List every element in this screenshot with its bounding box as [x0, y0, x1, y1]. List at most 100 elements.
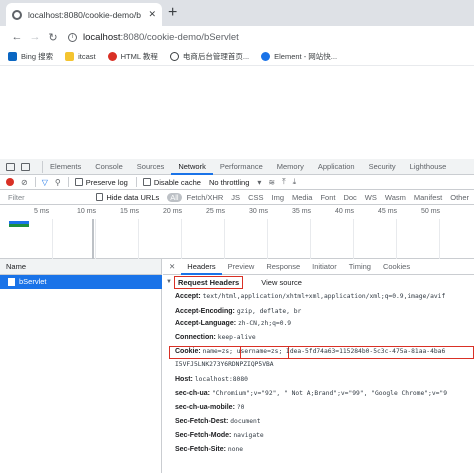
bookmark-label: Bing 搜索 — [21, 52, 54, 61]
timeline-cursor[interactable] — [92, 219, 94, 259]
tab-network[interactable]: Network — [171, 159, 213, 175]
folder-icon — [65, 52, 75, 61]
download-icon[interactable]: ⤓ — [293, 177, 297, 187]
bing-icon — [8, 52, 17, 61]
filter-type-all[interactable]: All — [167, 192, 182, 202]
bookmark-label: 电商后台管理首页... — [182, 52, 250, 61]
record-icon[interactable] — [6, 178, 14, 186]
new-tab-button[interactable]: + — [168, 4, 177, 22]
header-value: document — [230, 418, 261, 425]
network-overview[interactable]: 5 ms 10 ms 15 ms 20 ms 25 ms 30 ms 35 ms… — [0, 205, 474, 259]
header-value: navigate — [233, 432, 264, 439]
header-row: Accept-Language: zh-CN,zh;q=0.9 — [175, 320, 291, 327]
bookmark-label: itcast — [78, 52, 96, 61]
request-row[interactable]: bServlet — [0, 275, 162, 289]
header-value: localhost:8080 — [194, 376, 248, 383]
header-key: Accept-Language: — [175, 320, 237, 327]
filter-type-fetch[interactable]: Fetch/XHR — [184, 193, 227, 202]
filter-bar: Filter Hide data URLs All Fetch/XHR JS C… — [0, 190, 474, 205]
globe-icon — [12, 9, 22, 20]
name-column-header[interactable]: Name — [0, 259, 162, 275]
filter-type-font[interactable]: Font — [317, 193, 338, 202]
tab-strip: localhost:8080/cookie-demo/b ✕ + — [0, 0, 474, 26]
inspect-icon[interactable] — [6, 162, 15, 171]
divider — [34, 177, 36, 187]
hide-data-urls-checkbox[interactable] — [96, 193, 104, 201]
filter-type-img[interactable]: Img — [268, 193, 287, 202]
bookmark-bing[interactable]: Bing 搜索 — [8, 51, 53, 62]
reload-icon[interactable]: ↻ — [44, 31, 62, 44]
close-tab-icon[interactable]: ✕ — [148, 9, 156, 20]
bookmark-admin[interactable]: 电商后台管理首页... — [169, 51, 250, 62]
filter-type-doc[interactable]: Doc — [340, 193, 359, 202]
bookmark-html-tutorial[interactable]: HTML 教程 — [107, 51, 158, 62]
tab-initiator[interactable]: Initiator — [306, 259, 343, 275]
tab-timing[interactable]: Timing — [343, 259, 377, 275]
header-key: Host: — [175, 376, 193, 383]
request-headers-title: Request Headers — [173, 275, 244, 289]
bookmark-itcast[interactable]: itcast — [65, 52, 96, 61]
grid-line — [396, 219, 397, 259]
back-icon[interactable]: ← — [8, 31, 26, 43]
filter-input[interactable]: Filter — [8, 193, 96, 202]
tab-sources[interactable]: Sources — [130, 159, 172, 175]
divider — [135, 177, 137, 187]
filter-type-js[interactable]: JS — [228, 193, 243, 202]
wifi-icon[interactable]: ≋ — [268, 178, 275, 187]
collapse-triangle-icon[interactable]: ▼ — [166, 279, 172, 285]
bookmark-element[interactable]: Element - 网站快... — [261, 51, 337, 62]
grid-line — [310, 219, 311, 259]
search-icon[interactable]: ⚲ — [55, 178, 61, 187]
grid-line — [353, 219, 354, 259]
tab-application[interactable]: Application — [311, 159, 362, 175]
header-row: Sec-Fetch-Site: none — [175, 446, 243, 453]
request-headers-section[interactable]: ▼ Request Headers View source — [163, 275, 474, 289]
header-row: Sec-Fetch-Mode: navigate — [175, 432, 264, 439]
filter-type-media[interactable]: Media — [289, 193, 315, 202]
header-value: none — [227, 446, 244, 453]
clear-icon[interactable]: ⊘ — [21, 178, 28, 187]
hide-data-urls-label: Hide data URLs — [106, 192, 160, 202]
device-toggle-icon[interactable] — [21, 162, 30, 171]
forward-icon[interactable]: → — [26, 31, 44, 43]
tab-console[interactable]: Console — [88, 159, 130, 175]
disable-cache-checkbox[interactable] — [142, 178, 151, 186]
detail-tabbar: ✕ Headers Preview Response Initiator Tim… — [163, 259, 474, 275]
info-icon[interactable]: i — [68, 32, 77, 42]
filter-type-wasm[interactable]: Wasm — [382, 193, 409, 202]
tab-cookies[interactable]: Cookies — [377, 259, 416, 275]
throttling-select[interactable]: No throttling — [209, 178, 249, 187]
close-detail-icon[interactable]: ✕ — [163, 262, 181, 271]
grid-line — [439, 219, 440, 259]
header-value: text/html,application/xhtml+xml,applicat… — [202, 293, 446, 300]
document-icon — [8, 278, 15, 286]
tab-lighthouse[interactable]: Lighthouse — [403, 159, 454, 175]
filter-type-other[interactable]: Other — [447, 193, 472, 202]
header-row: Host: localhost:8080 — [175, 376, 248, 383]
filter-type-ws[interactable]: WS — [362, 193, 380, 202]
grid-line — [95, 219, 96, 259]
header-row: Accept: text/html,application/xhtml+xml,… — [175, 293, 445, 300]
tab-response[interactable]: Response — [260, 259, 306, 275]
upload-icon[interactable]: ⤒ — [282, 177, 286, 187]
header-key: Sec-Fetch-Dest: — [175, 418, 229, 425]
tab-preview[interactable]: Preview — [222, 259, 261, 275]
grid-line — [181, 219, 182, 259]
filter-type-manifest[interactable]: Manifest — [411, 193, 445, 202]
preserve-log-checkbox[interactable] — [74, 178, 83, 186]
tab-security[interactable]: Security — [362, 159, 403, 175]
view-source-link[interactable]: View source — [261, 278, 302, 287]
filter-icon[interactable]: ▽ — [42, 178, 48, 187]
browser-tab[interactable]: localhost:8080/cookie-demo/b ✕ — [6, 3, 162, 26]
cookie-header-row: Cookie: name=zs; username=zs; Idea-5fd74… — [175, 348, 445, 355]
tab-performance[interactable]: Performance — [213, 159, 270, 175]
header-row: sec-ch-ua: "Chromium";v="92", " Not A;Br… — [175, 390, 447, 397]
tab-headers[interactable]: Headers — [181, 259, 222, 275]
header-row: I5VFJ5LNK273Y6RDNPZIQP5VBA — [175, 361, 274, 368]
tab-elements[interactable]: Elements — [43, 159, 88, 175]
tab-memory[interactable]: Memory — [270, 159, 311, 175]
chevron-down-icon[interactable]: ▾ — [257, 178, 261, 187]
filter-type-css[interactable]: CSS — [245, 193, 266, 202]
address-bar[interactable]: i localhost:8080/cookie-demo/bServlet — [68, 32, 239, 43]
timeline-tick: 15 ms — [120, 208, 140, 215]
